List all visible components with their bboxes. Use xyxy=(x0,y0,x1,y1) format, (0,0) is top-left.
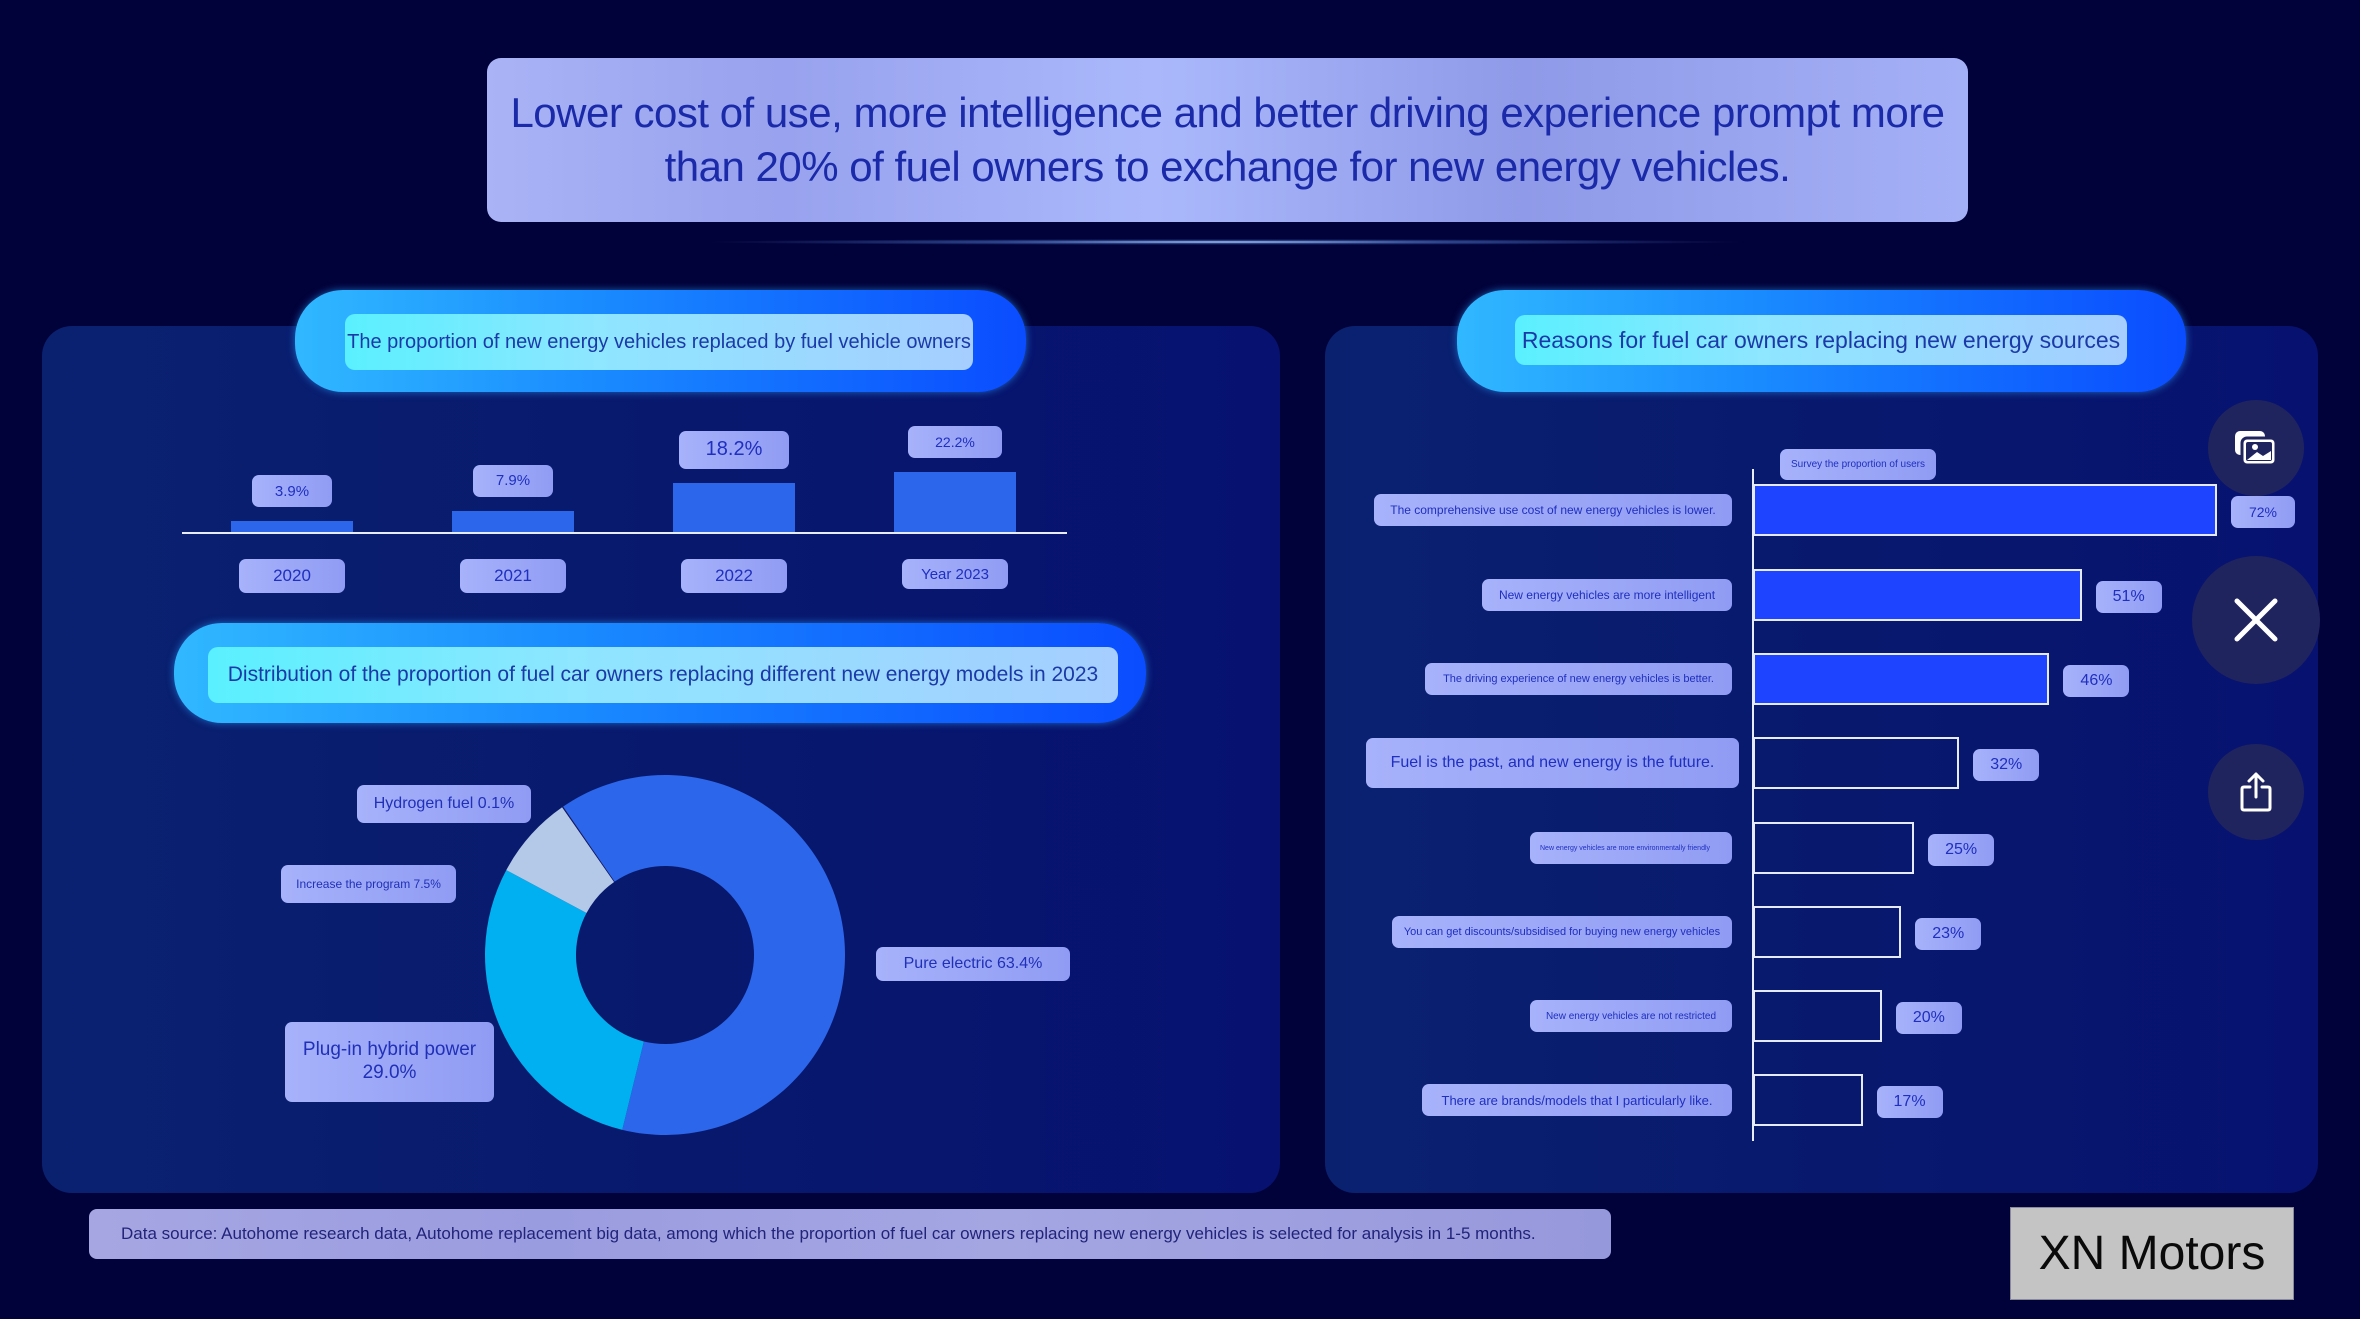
bar-chart-baseline xyxy=(182,532,1067,534)
bar-category-label: Year 2023 xyxy=(902,559,1008,589)
close-button[interactable] xyxy=(2192,556,2320,684)
reason-bar xyxy=(1753,484,2217,536)
reason-category-label: You can get discounts/subsidised for buy… xyxy=(1392,916,1732,948)
reason-value-label: 25% xyxy=(1928,834,1995,866)
reason-category-label: Fuel is the past, and new energy is the … xyxy=(1366,738,1739,788)
headline-divider xyxy=(700,239,1750,245)
reason-bar xyxy=(1753,822,1915,874)
donut-label: Plug-in hybrid power 29.0% xyxy=(285,1022,494,1102)
data-source-note: Data source: Autohome research data, Aut… xyxy=(89,1209,1611,1259)
share-button[interactable] xyxy=(2208,744,2304,840)
reason-bar xyxy=(1753,1074,1863,1126)
donut-label: Hydrogen fuel 0.1% xyxy=(357,785,531,823)
brand-name: XN Motors xyxy=(2038,1227,2266,1280)
bar-category-label: 2020 xyxy=(239,559,345,593)
reason-bar xyxy=(1753,569,2082,621)
gallery-button[interactable] xyxy=(2208,400,2304,496)
reason-category-label: The driving experience of new energy veh… xyxy=(1425,663,1732,695)
reason-value-label: 51% xyxy=(2095,581,2162,613)
donut-section-title: Distribution of the proportion of fuel c… xyxy=(208,647,1118,703)
photos-icon xyxy=(2235,431,2278,467)
bar-category-label: 2021 xyxy=(460,559,566,593)
headline-text: Lower cost of use, more intelligence and… xyxy=(510,89,1945,190)
data-source-text: Data source: Autohome research data, Aut… xyxy=(121,1224,1536,1243)
donut-label: Pure electric 63.4% xyxy=(876,947,1070,981)
reason-value-label: 32% xyxy=(1973,749,2040,781)
bar-2022 xyxy=(673,482,795,532)
reason-value-label: 72% xyxy=(2231,496,2295,528)
donut-label-line: 29.0% xyxy=(362,1062,417,1083)
bar-section-header: The proportion of new energy vehicles re… xyxy=(295,290,1026,392)
bar-year-2023 xyxy=(894,472,1016,532)
bar-2020 xyxy=(231,521,353,532)
headline-banner: Lower cost of use, more intelligence and… xyxy=(487,58,1968,222)
bar-2021 xyxy=(452,510,574,532)
reason-category-label: There are brands/models that I particula… xyxy=(1422,1084,1732,1116)
reason-value-label: 20% xyxy=(1895,1002,1962,1034)
donut-label: Increase the program 7.5% xyxy=(281,865,456,903)
brand-logo: XN Motors xyxy=(2010,1207,2294,1300)
reason-bar xyxy=(1753,990,1882,1042)
bar-value-label: 18.2% xyxy=(679,430,789,469)
reason-category-label: New energy vehicles are not restricted xyxy=(1530,1000,1732,1032)
reason-value-label: 17% xyxy=(1876,1086,1943,1118)
reason-category-label: New energy vehicles are more environment… xyxy=(1530,832,1732,864)
reason-value-label: 23% xyxy=(1915,918,1982,950)
reason-category-label: The comprehensive use cost of new energy… xyxy=(1374,494,1732,526)
bar-category-label: 2022 xyxy=(681,559,787,593)
reason-bar xyxy=(1753,653,2050,705)
share-icon xyxy=(2240,772,2272,812)
reason-bar xyxy=(1753,737,1960,789)
donut-section-header: Distribution of the proportion of fuel c… xyxy=(174,623,1146,723)
reasons-section-title: Reasons for fuel car owners replacing ne… xyxy=(1515,315,2127,365)
bar-section-title: The proportion of new energy vehicles re… xyxy=(345,314,973,370)
bar-value-label: 7.9% xyxy=(473,464,553,497)
legend-series-label: Survey the proportion of users xyxy=(1780,449,1936,480)
close-icon xyxy=(2234,598,2278,642)
reason-category-label: New energy vehicles are more intelligent xyxy=(1482,579,1732,611)
bar-value-label: 22.2% xyxy=(908,426,1002,459)
reasons-section-header: Reasons for fuel car owners replacing ne… xyxy=(1457,290,2186,392)
reason-value-label: 46% xyxy=(2063,665,2130,697)
donut-slice-plug-in-hybrid-power xyxy=(484,870,644,1130)
bar-value-label: 3.9% xyxy=(252,475,332,508)
reason-bar xyxy=(1753,906,1902,958)
donut-label-line: Plug-in hybrid power xyxy=(302,1039,477,1061)
